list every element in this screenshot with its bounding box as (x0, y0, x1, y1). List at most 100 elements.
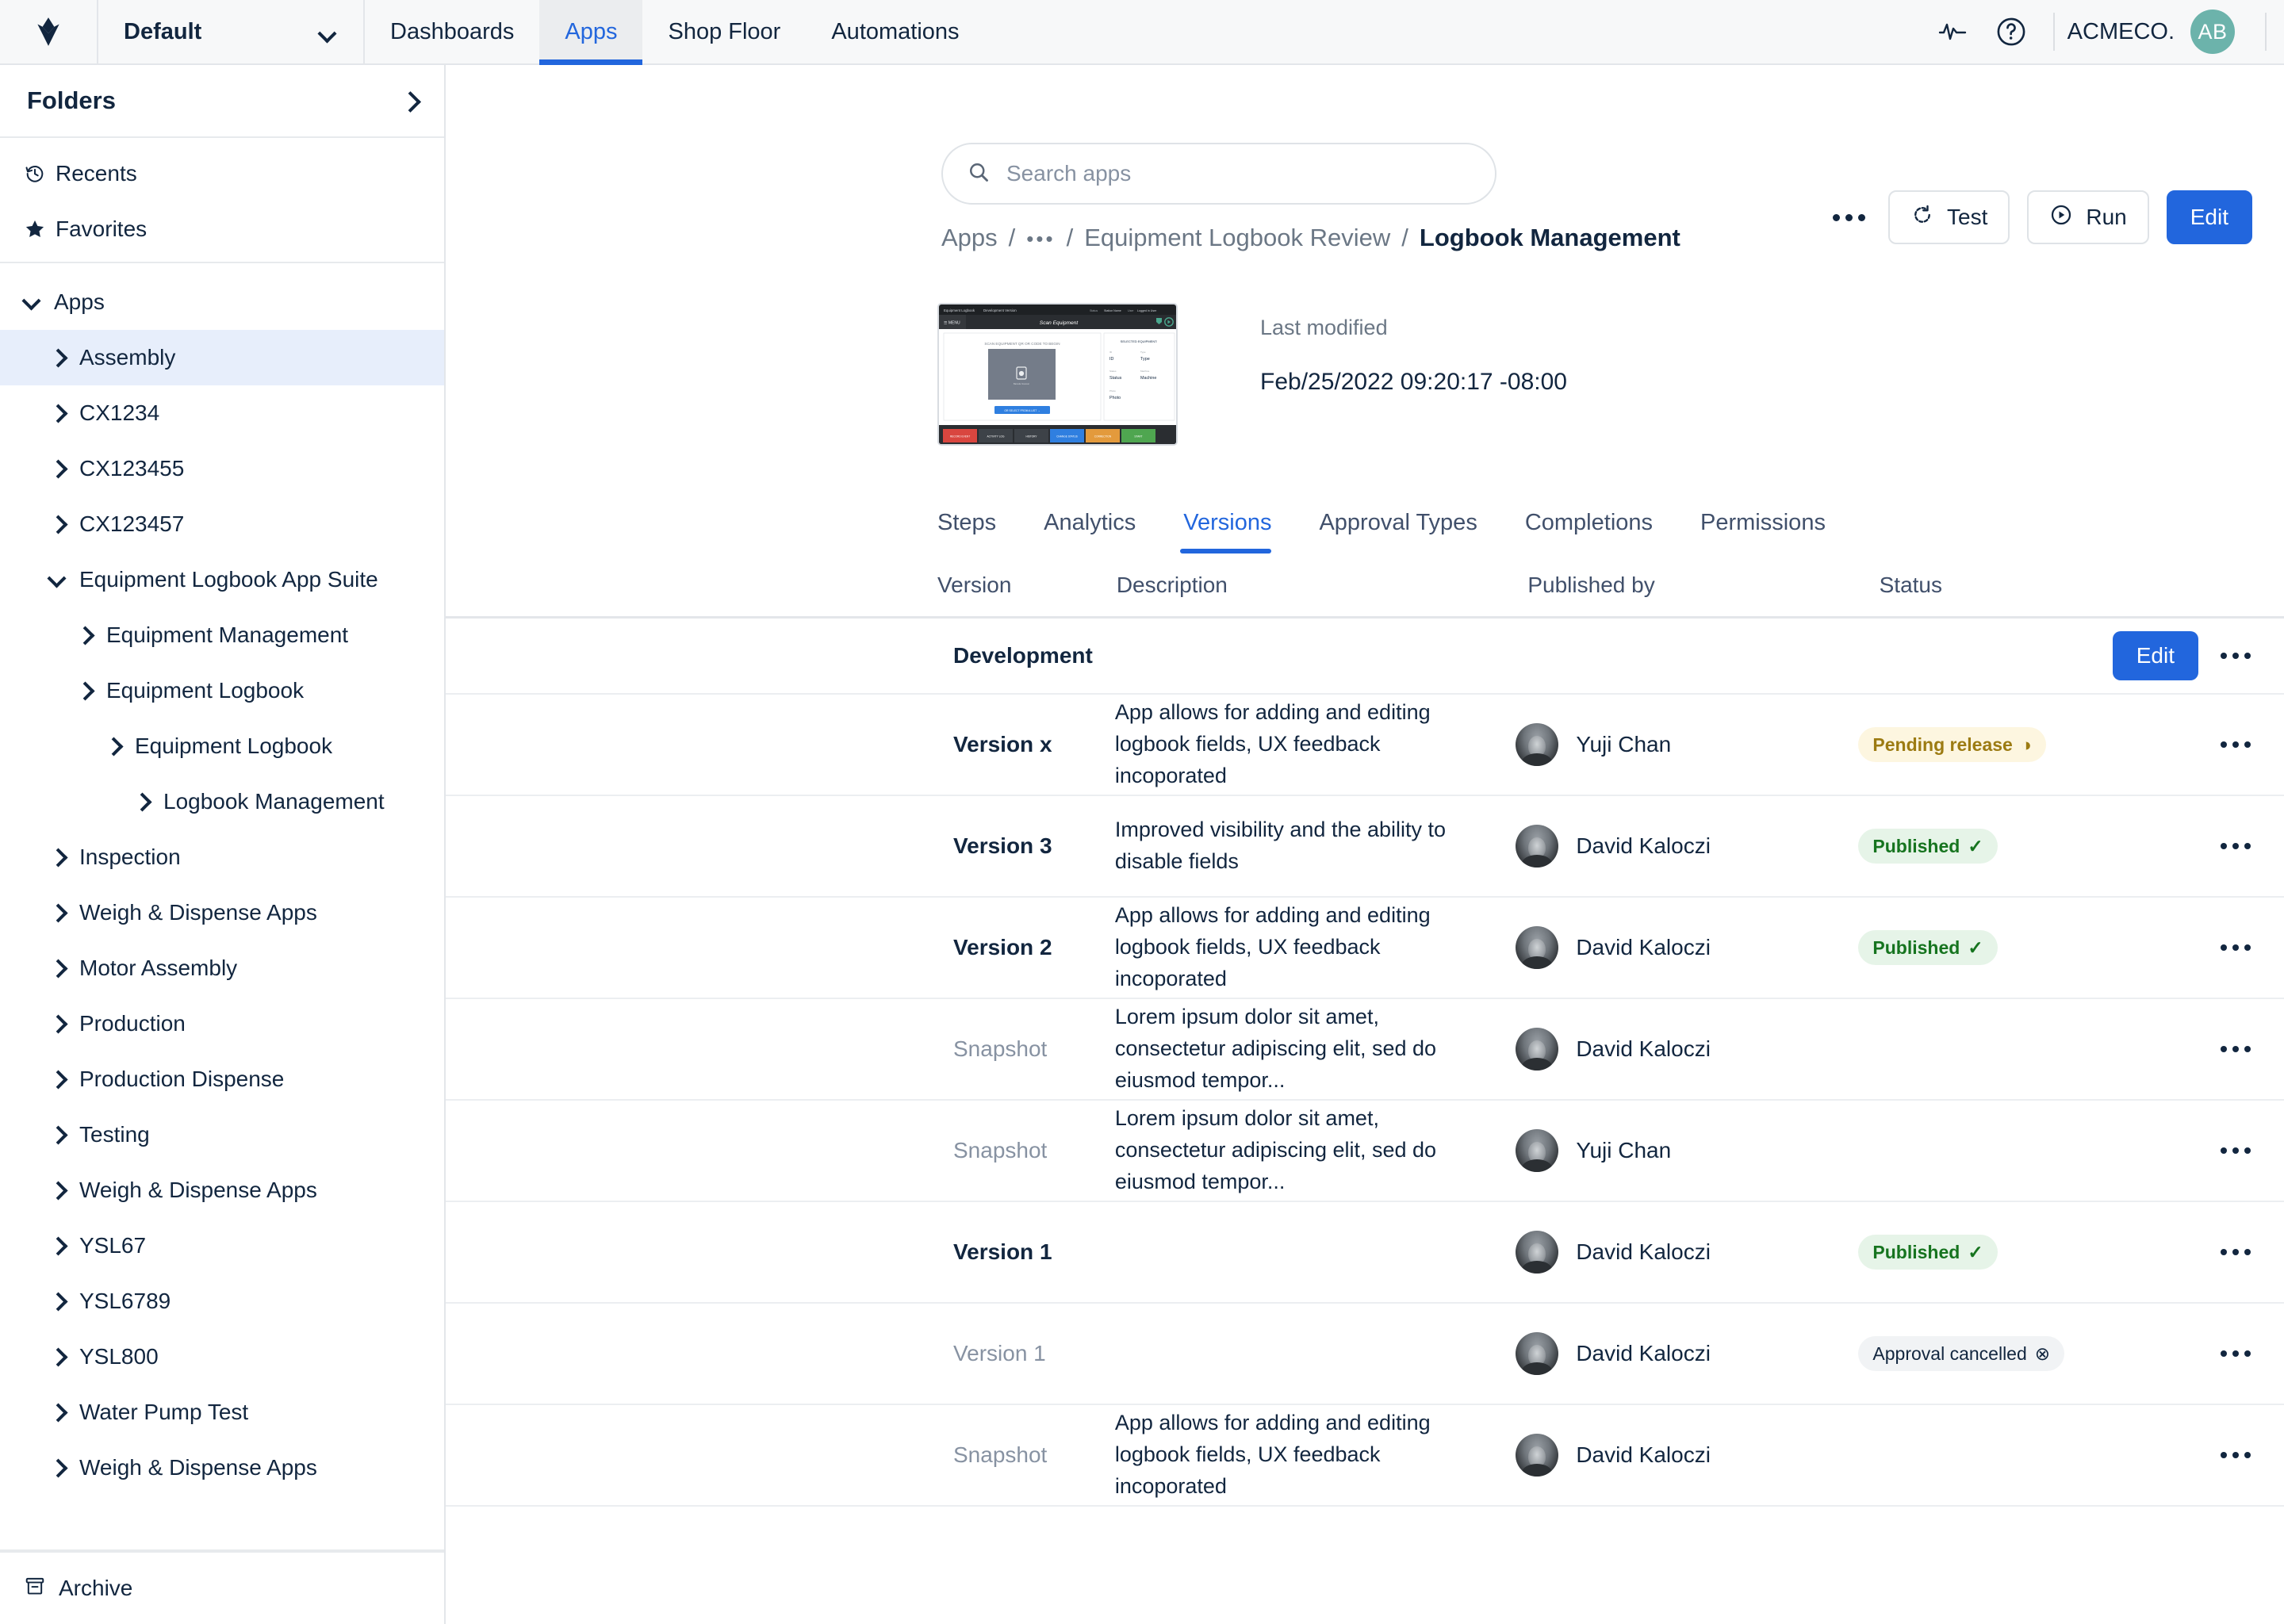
sidebar-item-equipment-logbook[interactable]: Equipment Logbook (0, 718, 444, 774)
sidebar-header[interactable]: Folders (0, 65, 444, 138)
table-row[interactable]: Version 1 David Kaloczi Approval cancelled… (446, 1304, 2284, 1405)
help-circle-icon[interactable] (1982, 0, 2041, 64)
body-row: Folders Recents Favorites Apps Assembly … (0, 65, 2284, 1624)
chevron-right-icon[interactable] (49, 847, 70, 868)
app-thumbnail[interactable]: Equipment Logbook Development Version St… (937, 303, 1178, 446)
nav-tab-shop-floor[interactable]: Shop Floor (642, 0, 806, 63)
account-menu[interactable]: ACMECO. AB (2067, 10, 2252, 54)
org-selector[interactable]: Default (98, 0, 365, 63)
row-overflow-menu-button[interactable] (2221, 741, 2251, 748)
nav-tab-automations[interactable]: Automations (806, 0, 984, 63)
chevron-right-icon[interactable] (49, 514, 70, 534)
chevron-right-icon[interactable] (49, 1235, 70, 1256)
sidebar-item-equipment-logbook-app-suite[interactable]: Equipment Logbook App Suite (0, 552, 444, 607)
chevron-right-icon[interactable] (49, 1402, 70, 1423)
chevron-right-icon[interactable] (403, 94, 416, 107)
sidebar-item-water-pump-test[interactable]: Water Pump Test (0, 1385, 444, 1440)
sidebar-item-ysl6789[interactable]: YSL6789 (0, 1274, 444, 1329)
tab-versions[interactable]: Versions (1159, 510, 1295, 553)
development-overflow-menu-button[interactable] (2221, 653, 2251, 659)
chevron-right-icon[interactable] (49, 347, 70, 368)
test-button[interactable]: Test (1888, 190, 2010, 244)
nav-tab-dashboards[interactable]: Dashboards (365, 0, 539, 63)
sidebar-item-inspection[interactable]: Inspection (0, 829, 444, 885)
tab-completions[interactable]: Completions (1501, 510, 1677, 553)
sidebar-item-cx123457[interactable]: CX123457 (0, 496, 444, 552)
sidebar-item-archive[interactable]: Archive (0, 1551, 444, 1624)
sidebar-item-ysl67[interactable]: YSL67 (0, 1218, 444, 1274)
row-overflow-menu-button[interactable] (2221, 944, 2251, 951)
row-description: App allows for adding and editing logboo… (1114, 903, 1431, 990)
avatar (1516, 1434, 1559, 1477)
sidebar-item-equipment-logbook[interactable]: Equipment Logbook (0, 663, 444, 718)
nav-tab-apps[interactable]: Apps (539, 0, 643, 65)
table-row[interactable]: Snapshot App allows for adding and editin… (446, 1405, 2284, 1507)
table-row[interactable]: Version 3 Improved visibility and the abi… (446, 796, 2284, 898)
sidebar-item-cx1234[interactable]: CX1234 (0, 385, 444, 441)
sidebar-item-recents[interactable]: Recents (0, 146, 444, 201)
sidebar-item-ysl800[interactable]: YSL800 (0, 1329, 444, 1385)
sidebar-item-weigh-dispense-apps[interactable]: Weigh & Dispense Apps (0, 1440, 444, 1496)
test-button-label: Test (1947, 205, 1988, 229)
sidebar-item-production-dispense[interactable]: Production Dispense (0, 1051, 444, 1107)
row-overflow-menu-button[interactable] (2221, 1350, 2251, 1357)
row-overflow-menu-button[interactable] (2221, 843, 2251, 849)
sidebar-item-motor-assembly[interactable]: Motor Assembly (0, 940, 444, 996)
page-overflow-menu-button[interactable] (1826, 195, 1871, 239)
chevron-right-icon[interactable] (49, 1124, 70, 1145)
edit-button[interactable]: Edit (2166, 190, 2252, 244)
tab-permissions[interactable]: Permissions (1677, 510, 1849, 553)
table-row[interactable]: Snapshot Lorem ipsum dolor sit amet, cons… (446, 1101, 2284, 1202)
chevron-right-icon[interactable] (49, 1346, 70, 1367)
sidebar-item-apps[interactable]: Apps (0, 274, 444, 330)
chevron-right-icon[interactable] (133, 791, 154, 812)
tab-steps[interactable]: Steps (937, 510, 1020, 553)
chevron-right-icon[interactable] (49, 1180, 70, 1201)
status-badge-icon: ⊗ (2034, 1342, 2051, 1364)
sidebar-item-production[interactable]: Production (0, 996, 444, 1051)
activity-pulse-icon[interactable] (1923, 0, 1982, 64)
row-overflow-menu-button[interactable] (2221, 1147, 2251, 1154)
sidebar-item-logbook-management[interactable]: Logbook Management (0, 774, 444, 829)
sidebar-item-testing[interactable]: Testing (0, 1107, 444, 1162)
search-input[interactable]: Search apps (941, 143, 1496, 205)
chevron-right-icon[interactable] (49, 403, 70, 423)
sidebar-item-favorites[interactable]: Favorites (0, 201, 444, 257)
table-row[interactable]: Version 1 David Kaloczi Published ✓ (446, 1202, 2284, 1304)
table-row[interactable]: Version 2 App allows for adding and editi… (446, 898, 2284, 999)
row-overflow-menu-button[interactable] (2221, 1452, 2251, 1458)
row-overflow-menu-button[interactable] (2221, 1249, 2251, 1255)
run-button[interactable]: Run (2027, 190, 2149, 244)
development-edit-button[interactable]: Edit (2112, 631, 2198, 680)
chevron-down-icon[interactable] (49, 569, 70, 590)
chevron-right-icon[interactable] (49, 1013, 70, 1034)
breadcrumb-root[interactable]: Apps (941, 224, 998, 252)
chevron-down-icon[interactable] (24, 292, 44, 312)
chevron-right-icon[interactable] (76, 680, 97, 701)
chevron-right-icon[interactable] (49, 902, 70, 923)
chevron-right-icon[interactable] (49, 1291, 70, 1312)
table-row[interactable]: Snapshot Lorem ipsum dolor sit amet, cons… (446, 999, 2284, 1101)
tab-approval-types[interactable]: Approval Types (1295, 510, 1500, 553)
chevron-right-icon[interactable] (76, 625, 97, 645)
chevron-right-icon[interactable] (49, 1457, 70, 1478)
sidebar-item-cx123455[interactable]: CX123455 (0, 441, 444, 496)
development-row[interactable]: Development Edit (446, 619, 2284, 695)
tab-analytics[interactable]: Analytics (1020, 510, 1159, 553)
breadcrumb-ellipsis[interactable]: ••• (1026, 227, 1055, 251)
table-row[interactable]: Version x App allows for adding and editi… (446, 695, 2284, 796)
breadcrumb-parent[interactable]: Equipment Logbook Review (1084, 224, 1390, 252)
chevron-right-icon[interactable] (49, 958, 70, 979)
sidebar-item-assembly[interactable]: Assembly (0, 330, 444, 385)
sidebar-item-weigh-dispense-apps[interactable]: Weigh & Dispense Apps (0, 1162, 444, 1218)
svg-text:SCAN EQUIPMENT QR OR CODE TO B: SCAN EQUIPMENT QR OR CODE TO BEGIN (984, 342, 1060, 346)
row-overflow-menu-button[interactable] (2221, 1046, 2251, 1052)
sidebar-item-weigh-dispense-apps[interactable]: Weigh & Dispense Apps (0, 885, 444, 940)
avatar (1516, 1231, 1559, 1274)
app-logo[interactable] (0, 0, 98, 63)
chevron-right-icon[interactable] (49, 1069, 70, 1090)
history-icon (24, 163, 56, 185)
chevron-right-icon[interactable] (49, 458, 70, 479)
sidebar-item-equipment-management[interactable]: Equipment Management (0, 607, 444, 663)
chevron-right-icon[interactable] (105, 736, 125, 756)
